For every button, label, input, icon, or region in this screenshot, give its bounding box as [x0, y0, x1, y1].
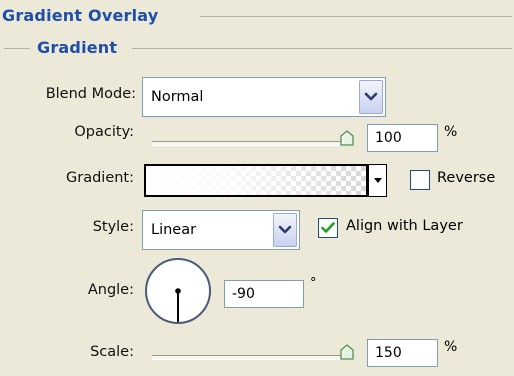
blend-mode-label: Blend Mode: — [45, 86, 136, 102]
section-title: Gradient — [37, 38, 118, 57]
section-divider-right — [132, 48, 512, 49]
scale-input[interactable]: 150 — [367, 339, 438, 367]
style-select[interactable]: Linear — [142, 210, 300, 250]
checkmark-icon — [321, 222, 335, 233]
chevron-down-icon — [278, 225, 292, 234]
angle-input[interactable]: -90 — [224, 280, 304, 308]
opacity-slider-track[interactable] — [152, 141, 354, 146]
scale-label: Scale: — [90, 344, 134, 360]
reverse-checkbox[interactable] — [410, 170, 430, 190]
chevron-down-icon — [364, 92, 378, 101]
blend-mode-value: Normal — [151, 89, 204, 105]
slider-thumb-icon[interactable] — [340, 344, 354, 360]
align-with-layer-checkbox[interactable] — [318, 218, 338, 238]
style-value: Linear — [151, 222, 197, 238]
reverse-label: Reverse — [437, 170, 496, 186]
gradient-dropdown-button[interactable] — [368, 164, 387, 197]
angle-unit: ° — [310, 276, 317, 291]
gradient-preview[interactable] — [144, 164, 368, 197]
blend-mode-dropdown-button[interactable] — [359, 80, 383, 114]
opacity-unit: % — [444, 124, 458, 140]
panel-title: Gradient Overlay — [2, 6, 159, 25]
style-dropdown-button[interactable] — [273, 213, 297, 247]
blend-mode-select[interactable]: Normal — [142, 77, 386, 117]
opacity-input[interactable]: 100 — [367, 124, 438, 152]
angle-indicator-icon — [175, 288, 181, 322]
gradient-label: Gradient: — [66, 170, 134, 186]
slider-thumb-icon[interactable] — [340, 130, 354, 146]
caret-down-icon — [373, 177, 382, 183]
panel-title-divider — [200, 16, 512, 17]
style-label: Style: — [92, 219, 134, 235]
angle-dial[interactable] — [145, 258, 211, 324]
opacity-label: Opacity: — [74, 124, 134, 140]
align-with-layer-label: Align with Layer — [346, 218, 463, 234]
scale-slider-track[interactable] — [152, 355, 354, 360]
section-divider-left — [4, 48, 30, 49]
angle-label: Angle: — [87, 282, 134, 298]
scale-unit: % — [444, 339, 458, 355]
